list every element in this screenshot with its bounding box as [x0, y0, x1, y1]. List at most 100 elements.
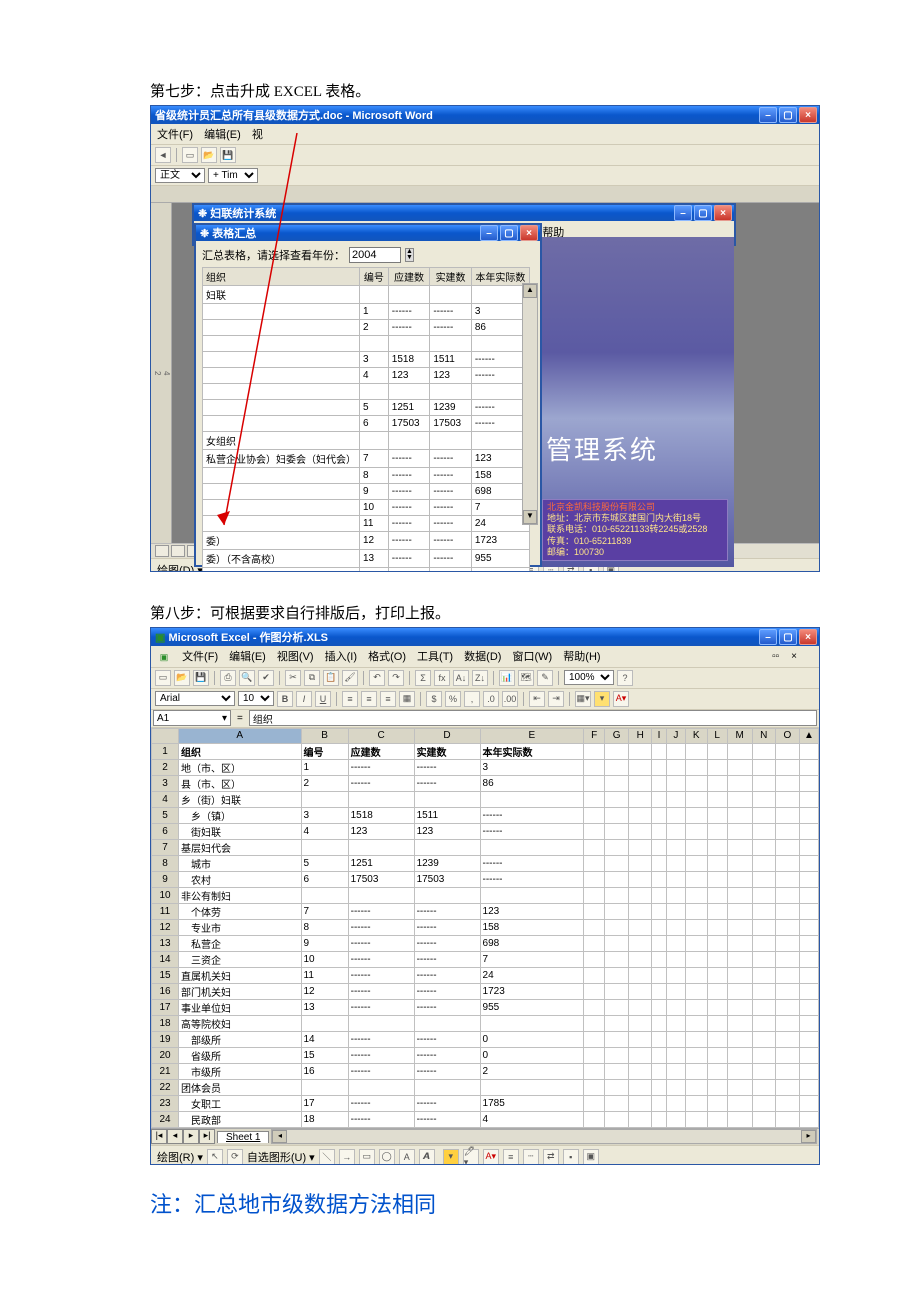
cell[interactable]	[584, 1063, 605, 1079]
paste-icon[interactable]: 📋	[323, 670, 339, 686]
cell[interactable]	[652, 855, 667, 871]
cell[interactable]	[652, 887, 667, 903]
cell[interactable]	[348, 887, 414, 903]
cell[interactable]	[605, 1095, 629, 1111]
cell[interactable]	[752, 791, 775, 807]
cell[interactable]: 17503	[430, 416, 472, 432]
cell[interactable]: 86	[480, 775, 584, 791]
cell[interactable]: ------	[471, 352, 529, 368]
year-spinner[interactable]: ▲▼	[405, 248, 414, 262]
cell[interactable]	[666, 1111, 685, 1127]
excel-menu-format[interactable]: 格式(O)	[368, 651, 406, 663]
cell[interactable]	[652, 759, 667, 775]
maximize-icon[interactable]: ▢	[694, 205, 712, 221]
comma-icon[interactable]: ,	[464, 691, 480, 707]
cell[interactable]	[605, 871, 629, 887]
cell[interactable]	[685, 759, 707, 775]
mdi-restore-icon[interactable]: ▫▫	[772, 651, 779, 662]
cell[interactable]	[800, 791, 819, 807]
redo-icon[interactable]: ↷	[388, 670, 404, 686]
row-header[interactable]: 21	[152, 1063, 179, 1079]
cell[interactable]	[430, 384, 472, 400]
wordart-icon[interactable]: 𝘼	[419, 1149, 435, 1165]
cell[interactable]	[685, 1031, 707, 1047]
cell[interactable]	[666, 887, 685, 903]
cell[interactable]: 本年实际数	[480, 743, 584, 759]
col-header[interactable]: C	[348, 728, 414, 743]
cell[interactable]	[203, 416, 360, 432]
cell[interactable]	[685, 1015, 707, 1031]
cell[interactable]	[727, 759, 752, 775]
cell[interactable]: ------	[414, 919, 480, 935]
font-color-icon[interactable]: A▾	[483, 1149, 499, 1165]
cell[interactable]	[800, 967, 819, 983]
cell[interactable]	[707, 1047, 727, 1063]
cell[interactable]: 县（市、区）	[179, 775, 302, 791]
cell[interactable]	[666, 855, 685, 871]
cell[interactable]: 事业单位妇	[179, 999, 302, 1015]
table-row[interactable]: 23 女职工17------------1785	[152, 1095, 819, 1111]
cell[interactable]: 9	[301, 935, 348, 951]
cell[interactable]	[800, 1095, 819, 1111]
cell[interactable]	[584, 1127, 605, 1128]
cell[interactable]: ------	[471, 400, 529, 416]
table-row[interactable]: 11 个体劳7------------123	[152, 903, 819, 919]
cell[interactable]: 13	[301, 999, 348, 1015]
col-header[interactable]: J	[666, 728, 685, 743]
cell[interactable]	[685, 1079, 707, 1095]
textbox-icon[interactable]: A	[399, 1149, 415, 1165]
cell[interactable]: 18	[301, 1111, 348, 1127]
cell[interactable]	[605, 1127, 629, 1128]
word-menu-edit[interactable]: 编辑(E)	[204, 129, 241, 141]
cell[interactable]	[584, 1079, 605, 1095]
cell[interactable]	[775, 935, 799, 951]
cell[interactable]	[752, 1063, 775, 1079]
cell[interactable]: ------	[388, 450, 430, 468]
table-row[interactable]: 1------------3	[203, 304, 530, 320]
cell[interactable]: 123	[480, 903, 584, 919]
scroll-down-icon[interactable]: ▼	[523, 510, 537, 524]
table-row[interactable]: 25 （其中19------------5	[152, 1127, 819, 1128]
nav-prev-icon[interactable]: ◂	[167, 1129, 183, 1144]
cell[interactable]	[480, 887, 584, 903]
cell[interactable]	[775, 807, 799, 823]
scroll-up-icon[interactable]: ▲	[523, 284, 537, 298]
cell[interactable]	[203, 516, 360, 532]
cell[interactable]: 高等院校妇	[179, 1015, 302, 1031]
cell[interactable]: ------	[414, 759, 480, 775]
col-header[interactable]: I	[652, 728, 667, 743]
scroll-right-icon[interactable]: ▸	[801, 1130, 816, 1143]
cell[interactable]	[775, 1015, 799, 1031]
cell[interactable]	[752, 935, 775, 951]
cell[interactable]	[800, 1031, 819, 1047]
cell[interactable]: 955	[471, 550, 529, 568]
cell[interactable]	[360, 432, 389, 450]
cell[interactable]	[775, 903, 799, 919]
cell[interactable]	[752, 1111, 775, 1127]
autoshape-menu[interactable]: 自选图形(U) ▾	[247, 1149, 315, 1165]
cell[interactable]	[685, 871, 707, 887]
drawing-toggle-icon[interactable]: ✎	[537, 670, 553, 686]
table-row[interactable]: 3县（市、区）2------------86	[152, 775, 819, 791]
cell[interactable]	[480, 791, 584, 807]
minimize-icon[interactable]: –	[480, 225, 498, 241]
cell[interactable]: ------	[414, 1047, 480, 1063]
cell[interactable]: 三资企	[179, 951, 302, 967]
cell[interactable]	[666, 1031, 685, 1047]
table-row[interactable]: 17事业单位妇13------------955	[152, 999, 819, 1015]
indent-dec-icon[interactable]: ⇤	[529, 691, 545, 707]
cell[interactable]	[685, 1127, 707, 1128]
cell[interactable]	[360, 384, 389, 400]
cell[interactable]	[685, 887, 707, 903]
cell[interactable]: 19	[301, 1127, 348, 1128]
col-header[interactable]: G	[605, 728, 629, 743]
cell[interactable]: 17503	[348, 871, 414, 887]
cell[interactable]	[414, 1079, 480, 1095]
cell[interactable]: 698	[471, 484, 529, 500]
cell[interactable]: 0	[480, 1047, 584, 1063]
cell[interactable]	[727, 1095, 752, 1111]
cell[interactable]: 乡（街）妇联	[179, 791, 302, 807]
cell[interactable]: 应建数	[348, 743, 414, 759]
col-no[interactable]: 编号	[360, 268, 389, 286]
cell[interactable]: 16	[301, 1063, 348, 1079]
